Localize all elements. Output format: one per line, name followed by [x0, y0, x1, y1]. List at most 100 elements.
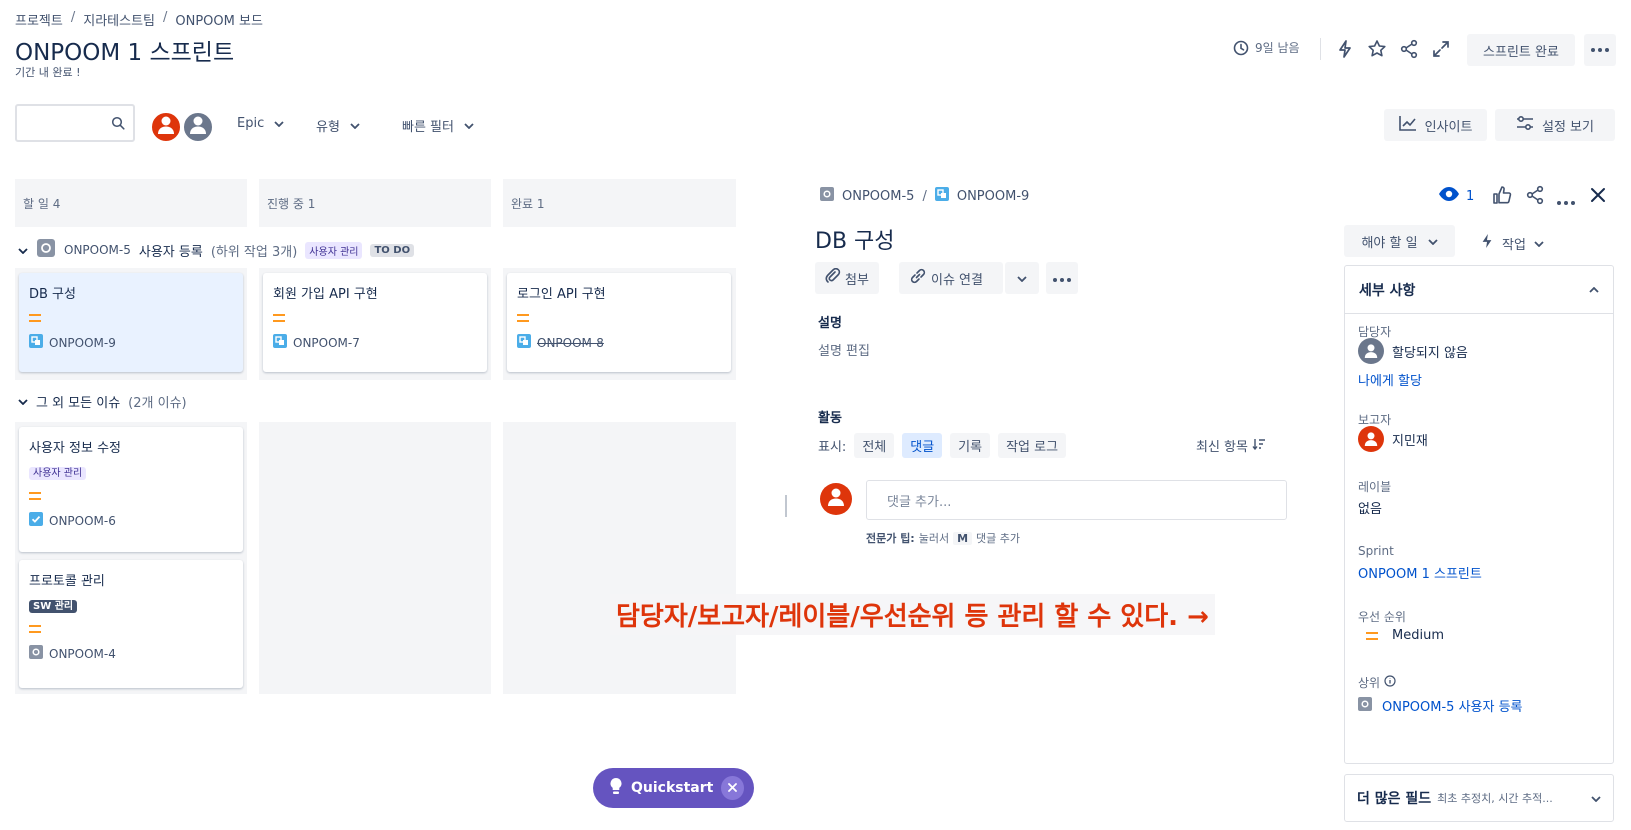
column-done-header: 완료 1 [503, 179, 736, 227]
card-title: DB 구성 [29, 287, 76, 302]
time-remaining: 9일 남음 [1233, 39, 1300, 56]
subtask-type-icon [517, 334, 531, 351]
details-panel-header[interactable]: 세부 사항 [1345, 266, 1613, 314]
sort-order-button[interactable]: 최신 항목 [1196, 436, 1266, 455]
card-key-row: ONPOOM-7 [273, 334, 477, 351]
fullscreen-button[interactable] [1430, 38, 1452, 60]
more-actions-button[interactable] [1584, 34, 1616, 66]
swimlane-header-other[interactable]: 그 외 모든 이슈 (2개 이슈) [18, 392, 187, 411]
swimlane-parent-key[interactable]: ONPOOM-5 [64, 243, 131, 257]
thumbs-up-icon [1492, 186, 1512, 209]
chevron-down-icon [1534, 236, 1544, 251]
parent-label-row: 상위 [1358, 674, 1396, 691]
description-editor[interactable]: 설명 편집 [818, 340, 870, 359]
reporter-field[interactable]: 지민재 [1358, 426, 1428, 452]
divider [1320, 38, 1321, 60]
pro-tip-press: 눌러서 [918, 532, 950, 545]
card-title: 사용자 정보 수정 [29, 441, 121, 456]
more-icon [1591, 48, 1609, 52]
watch-button[interactable]: 1 [1438, 186, 1474, 206]
activity-tab-worklog[interactable]: 작업 로그 [998, 433, 1067, 458]
issue-card[interactable]: 프로토콜 관리 SW 관리 ONPOOM-4 [19, 560, 243, 688]
card-title: 로그인 API 구현 [517, 287, 606, 302]
add-comment-input[interactable]: 댓글 추가... [866, 480, 1287, 520]
breadcrumb-board[interactable]: ONPOOM 보드 [175, 10, 263, 29]
more-icon [1053, 271, 1071, 286]
column-title: 완료 1 [511, 197, 545, 211]
activity-tab-history[interactable]: 기록 [950, 433, 991, 458]
priority-medium-icon [273, 314, 477, 324]
quick-filter[interactable]: 빠른 필터 [402, 116, 474, 135]
attach-button[interactable]: 첨부 [815, 262, 879, 294]
column-title: 할 일 4 [23, 197, 61, 211]
priority-medium-icon [1366, 631, 1378, 640]
panel-resize-handle[interactable] [785, 495, 787, 517]
parent-issue-link[interactable]: ONPOOM-5 [842, 189, 914, 204]
parent-value: ONPOOM-5 사용자 등록 [1382, 700, 1523, 715]
link-issue-button[interactable]: 이슈 연결 [899, 262, 1003, 294]
issue-card[interactable]: 로그인 API 구현 ONPOOM-8 [507, 273, 731, 372]
vote-button[interactable] [1492, 185, 1512, 209]
close-panel-button[interactable] [1590, 187, 1606, 207]
labels-field[interactable]: 없음 [1358, 498, 1382, 517]
breadcrumb-team[interactable]: 지라테스트팀 [83, 10, 155, 29]
share-issue-button[interactable] [1525, 185, 1545, 209]
share-icon [1525, 185, 1545, 209]
clock-icon [1233, 40, 1249, 56]
card-key-done: ONPOOM-8 [537, 335, 604, 350]
type-filter[interactable]: 유형 [316, 116, 360, 135]
assign-to-me-link[interactable]: 나에게 할당 [1358, 370, 1422, 389]
pro-tip-action: 댓글 추가 [976, 532, 1021, 545]
priority-field[interactable]: Medium [1358, 628, 1444, 643]
automation-button[interactable] [1334, 38, 1356, 60]
sprint-field[interactable]: ONPOOM 1 스프린트 [1358, 563, 1482, 582]
activity-tab-all[interactable]: 전체 [854, 433, 895, 458]
chevron-down-icon [350, 118, 360, 133]
more-fields-section[interactable]: 더 많은 필드 최초 추정치, 시간 추적... [1344, 774, 1614, 822]
insights-button[interactable]: 인사이트 [1384, 109, 1487, 141]
complete-sprint-button[interactable]: 스프린트 완료 [1467, 34, 1575, 66]
unassigned-avatar [1358, 338, 1384, 364]
avatar-filter-user[interactable] [150, 111, 182, 143]
card-title: 회원 가입 API 구현 [273, 287, 378, 302]
issue-card[interactable]: 사용자 정보 수정 사용자 관리 ONPOOM-6 [19, 427, 243, 552]
column-inprogress-header: 진행 중 1 [259, 179, 491, 227]
parent-field[interactable]: ONPOOM-5 사용자 등록 [1358, 696, 1523, 715]
current-user-avatar [820, 483, 852, 515]
avatar-filter-unassigned[interactable] [182, 111, 214, 143]
assignee-field[interactable]: 할당되지 않음 [1358, 338, 1468, 364]
labels-label: 레이블 [1358, 480, 1392, 494]
activity-tab-comments[interactable]: 댓글 [902, 433, 943, 458]
status-dropdown[interactable]: 해야 할 일 [1344, 225, 1455, 257]
details-panel: 세부 사항 담당자 할당되지 않음 나에게 할당 보고자 지민재 레이블 없음 … [1344, 265, 1614, 764]
pro-tip: 전문가 팁: 눌러서 M 댓글 추가 [866, 530, 1020, 546]
breadcrumb-projects[interactable]: 프로젝트 [15, 10, 63, 29]
more-fields-hint: 최초 추정치, 시간 추적... [1437, 792, 1553, 805]
issue-breadcrumb: ONPOOM-5 / ONPOOM-9 [820, 187, 1029, 205]
breadcrumb-separator: / [70, 10, 76, 25]
issue-title[interactable]: DB 구성 [815, 223, 895, 255]
epic-filter[interactable]: Epic [237, 116, 284, 131]
issue-card-selected[interactable]: DB 구성 ONPOOM-9 [19, 273, 243, 372]
more-actions-button[interactable] [1046, 262, 1078, 294]
chevron-down-icon [1591, 791, 1601, 806]
watch-count: 1 [1466, 188, 1475, 204]
issue-card[interactable]: 회원 가입 API 구현 ONPOOM-7 [263, 273, 487, 372]
star-button[interactable] [1366, 38, 1388, 60]
board-search-input[interactable] [15, 104, 135, 142]
annotation-callout: 담당자/보고자/레이블/우선순위 등 관리 할 수 있다. → [610, 594, 1215, 635]
actions-dropdown[interactable]: 작업 [1480, 232, 1544, 254]
chevron-down-icon [18, 394, 28, 409]
share-button[interactable] [1398, 38, 1420, 60]
info-icon[interactable] [1384, 674, 1396, 691]
swimlane-header[interactable]: ONPOOM-5 사용자 등록 (하위 작업 3개) 사용자 관리 TO DO [18, 238, 415, 262]
close-quickstart-button[interactable] [721, 776, 744, 800]
quickstart-button[interactable]: Quickstart [593, 768, 754, 808]
chevron-up-icon [1589, 282, 1599, 297]
issue-more-button[interactable] [1557, 194, 1575, 209]
expand-icon [1432, 40, 1450, 58]
card-key-row: ONPOOM-6 [29, 512, 233, 529]
link-issue-dropdown[interactable] [1005, 262, 1039, 294]
issue-key-link[interactable]: ONPOOM-9 [957, 189, 1029, 204]
view-settings-button[interactable]: 설정 보기 [1495, 109, 1615, 141]
